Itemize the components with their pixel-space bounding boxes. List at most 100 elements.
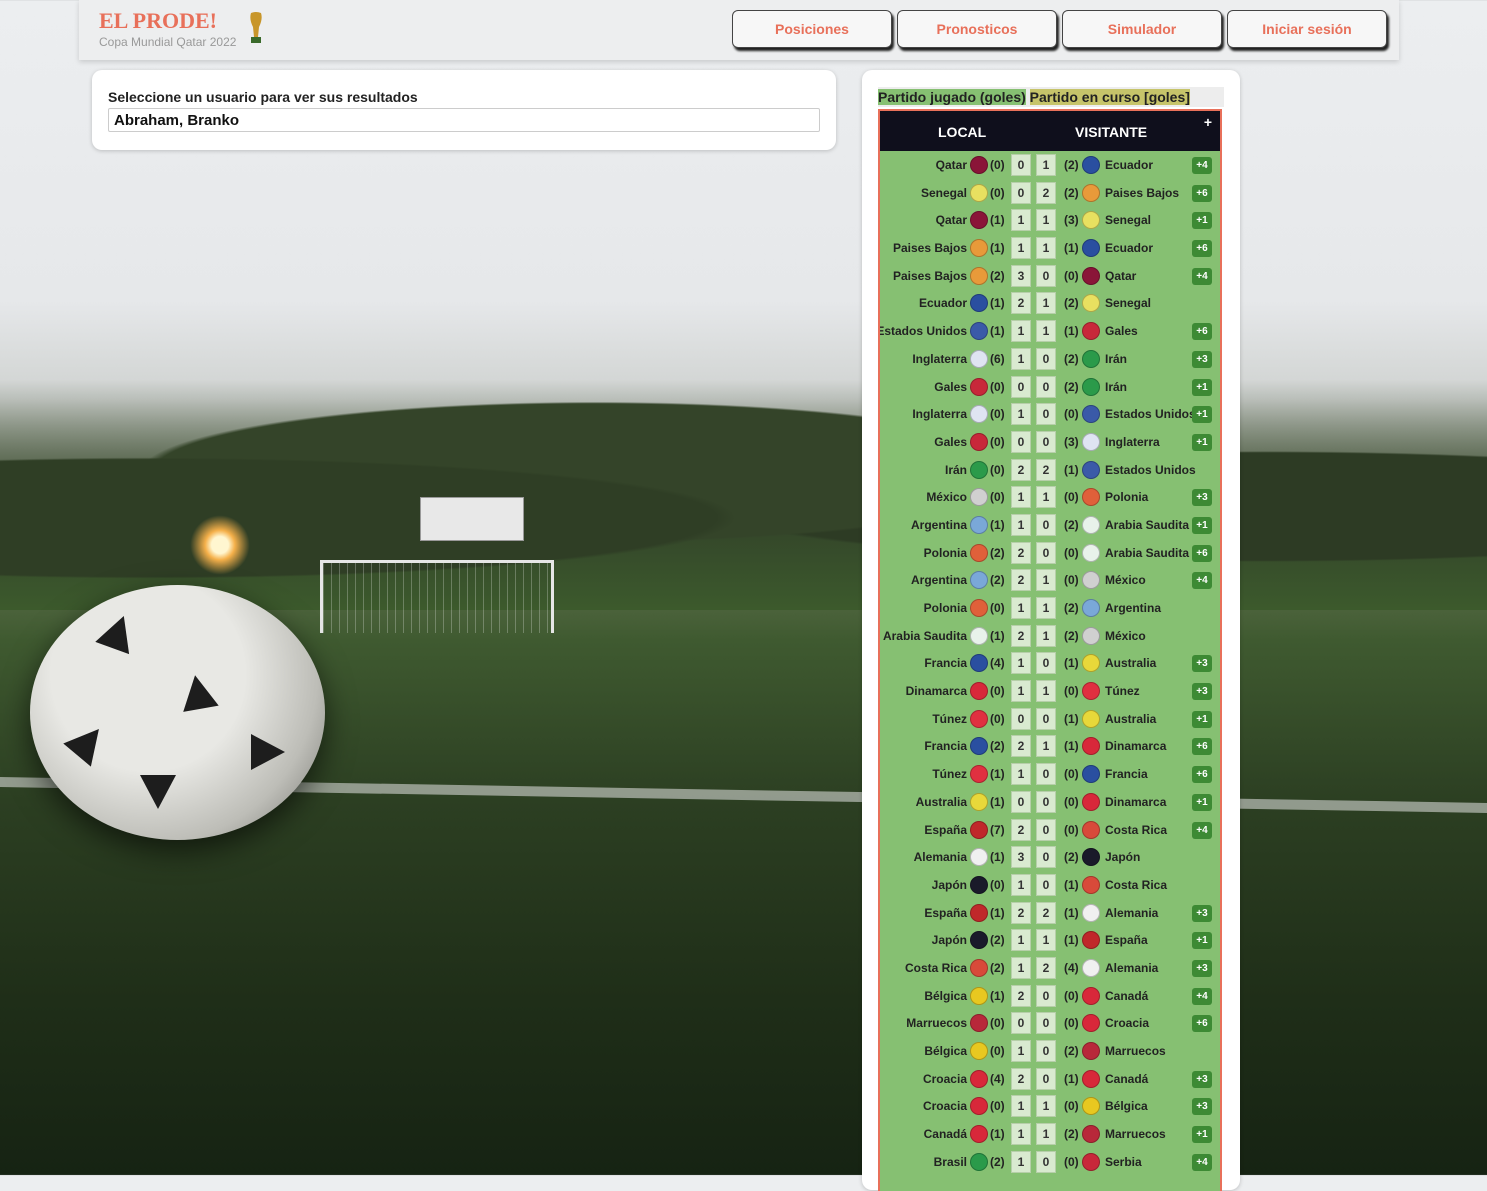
away-team-crest-icon <box>1082 737 1100 756</box>
home-team-crest-icon <box>970 266 988 285</box>
home-actual-goals: (1) <box>990 905 1005 920</box>
home-prediction-box: 1 <box>1011 486 1031 509</box>
points-badge: +4 <box>1192 267 1212 285</box>
away-prediction-box: 0 <box>1036 375 1056 398</box>
results-card: Partido jugado (goles) Partido en curso … <box>862 70 1240 1191</box>
away-prediction-box: 1 <box>1036 624 1056 647</box>
home-team-name: Gales <box>934 379 967 394</box>
home-team-crest-icon <box>970 848 988 867</box>
home-team-crest-icon <box>970 986 988 1005</box>
home-team-name: Australia <box>915 794 967 809</box>
away-team-name: Ecuador <box>1105 241 1154 256</box>
home-team-crest-icon <box>970 432 988 451</box>
home-prediction-box: 1 <box>1011 929 1031 952</box>
away-team-name: Arabia Saudita <box>1105 517 1190 532</box>
home-prediction-box: 1 <box>1011 1123 1031 1146</box>
home-team-name: Francia <box>924 739 967 754</box>
home-actual-goals: (1) <box>990 794 1005 809</box>
home-actual-goals: (1) <box>990 213 1005 228</box>
home-actual-goals: (6) <box>990 351 1005 366</box>
expand-plus-button[interactable]: + <box>1204 114 1212 130</box>
away-team-name: Australia <box>1105 656 1157 671</box>
home-team-crest-icon <box>970 156 988 174</box>
home-actual-goals: (1) <box>990 1127 1005 1142</box>
match-row: Canadá (1) 1 1 (2) Marruecos +1 <box>880 1120 1220 1148</box>
away-prediction-box: 1 <box>1036 680 1056 703</box>
home-actual-goals: (2) <box>990 545 1005 560</box>
user-select-card: Seleccione un usuario para ver sus resul… <box>92 70 836 150</box>
match-row: Inglaterra (0) 1 0 (0) Estados Unidos +1 <box>880 400 1220 428</box>
home-team-name: Irán <box>944 462 967 477</box>
away-actual-goals: (0) <box>1064 407 1079 422</box>
match-row: Japón (2) 1 1 (1) España +1 <box>880 926 1220 954</box>
home-team-name: Arabia Saudita <box>882 628 967 643</box>
home-actual-goals: (1) <box>990 988 1005 1003</box>
home-prediction-box: 2 <box>1011 901 1031 924</box>
home-prediction-box: 1 <box>1011 209 1031 232</box>
nav-login-button[interactable]: Iniciar sesión <box>1227 10 1387 48</box>
home-prediction-box: 2 <box>1011 1067 1031 1090</box>
away-team-name: Estados Unidos <box>1105 407 1196 422</box>
points-badge: +4 <box>1192 821 1212 839</box>
away-team-crest-icon <box>1082 1042 1100 1060</box>
home-team-name: Alemania <box>913 850 967 865</box>
away-actual-goals: (0) <box>1064 545 1079 560</box>
match-row: Inglaterra (6) 1 0 (2) Irán +3 <box>880 345 1220 373</box>
home-team-name: Gales <box>934 434 967 449</box>
away-actual-goals: (3) <box>1064 434 1079 449</box>
trophy-icon <box>250 12 262 43</box>
home-prediction-box: 3 <box>1011 846 1031 869</box>
match-row: Paises Bajos (1) 1 1 (1) Ecuador +6 <box>880 234 1220 262</box>
nav-posiciones-button[interactable]: Posiciones <box>732 10 892 48</box>
home-actual-goals: (0) <box>990 158 1005 172</box>
home-actual-goals: (1) <box>990 241 1005 256</box>
match-row: Irán (0) 2 2 (1) Estados Unidos <box>880 456 1220 484</box>
results-legend: Partido jugado (goles) Partido en curso … <box>878 87 1224 107</box>
home-actual-goals: (0) <box>990 379 1005 394</box>
legend-live: Partido en curso [goles] <box>1029 89 1190 105</box>
home-team-name: Marruecos <box>906 1016 967 1031</box>
nav-simulador-button[interactable]: Simulador <box>1062 10 1222 48</box>
brand[interactable]: EL PRODE! Copa Mundial Qatar 2022 <box>99 8 236 49</box>
away-team-crest-icon <box>1082 405 1100 424</box>
away-team-crest-icon <box>1082 903 1100 922</box>
away-team-crest-icon <box>1082 986 1100 1005</box>
points-badge: +1 <box>1192 1126 1212 1144</box>
home-team-name: Qatar <box>935 158 967 172</box>
away-actual-goals: (2) <box>1064 158 1079 172</box>
home-team-name: Bélgica <box>924 1044 967 1058</box>
away-actual-goals: (2) <box>1064 1127 1079 1142</box>
home-actual-goals: (0) <box>990 1044 1005 1058</box>
home-actual-goals: (2) <box>990 960 1005 975</box>
points-badge: +4 <box>1192 987 1212 1005</box>
away-team-crest-icon <box>1082 848 1100 867</box>
home-team-name: Polonia <box>923 601 967 615</box>
home-prediction-box: 0 <box>1011 790 1031 813</box>
home-prediction-box: 1 <box>1011 1040 1031 1062</box>
user-select-field[interactable]: Abraham, Branko <box>108 108 820 132</box>
match-row: Brasil (2) 1 0 (0) Serbia +4 <box>880 1148 1220 1176</box>
away-team-crest-icon <box>1082 820 1100 839</box>
match-row: Arabia Saudita (1) 2 1 (2) México <box>880 622 1220 650</box>
home-actual-goals: (4) <box>990 656 1005 671</box>
home-team-crest-icon <box>970 183 988 202</box>
home-team-name: Senegal <box>920 185 967 200</box>
nav-pronosticos-button[interactable]: Pronosticos <box>897 10 1057 48</box>
away-team-name: Canadá <box>1105 1071 1149 1086</box>
home-prediction-box: 0 <box>1011 1012 1031 1035</box>
away-prediction-box: 0 <box>1036 347 1056 370</box>
match-row: Polonia (0) 1 1 (2) Argentina <box>880 594 1220 622</box>
away-prediction-box: 0 <box>1036 818 1056 841</box>
away-team-crest-icon <box>1082 1069 1100 1088</box>
home-actual-goals: (0) <box>990 185 1005 200</box>
match-row: Japón (0) 1 0 (1) Costa Rica <box>880 871 1220 899</box>
away-team-crest-icon <box>1082 1097 1100 1116</box>
match-row: Argentina (2) 2 1 (0) México +4 <box>880 566 1220 594</box>
points-badge: +3 <box>1192 959 1212 977</box>
match-row: Túnez (1) 1 0 (0) Francia +6 <box>880 760 1220 788</box>
points-badge: +4 <box>1192 572 1212 590</box>
away-team-crest-icon <box>1082 294 1100 313</box>
results-table: LOCAL VISITANTE + Qatar (0) 0 1 (2) Ecuador +4… <box>878 109 1222 1191</box>
away-team-name: Alemania <box>1105 960 1159 975</box>
away-team-name: Marruecos <box>1105 1044 1166 1058</box>
